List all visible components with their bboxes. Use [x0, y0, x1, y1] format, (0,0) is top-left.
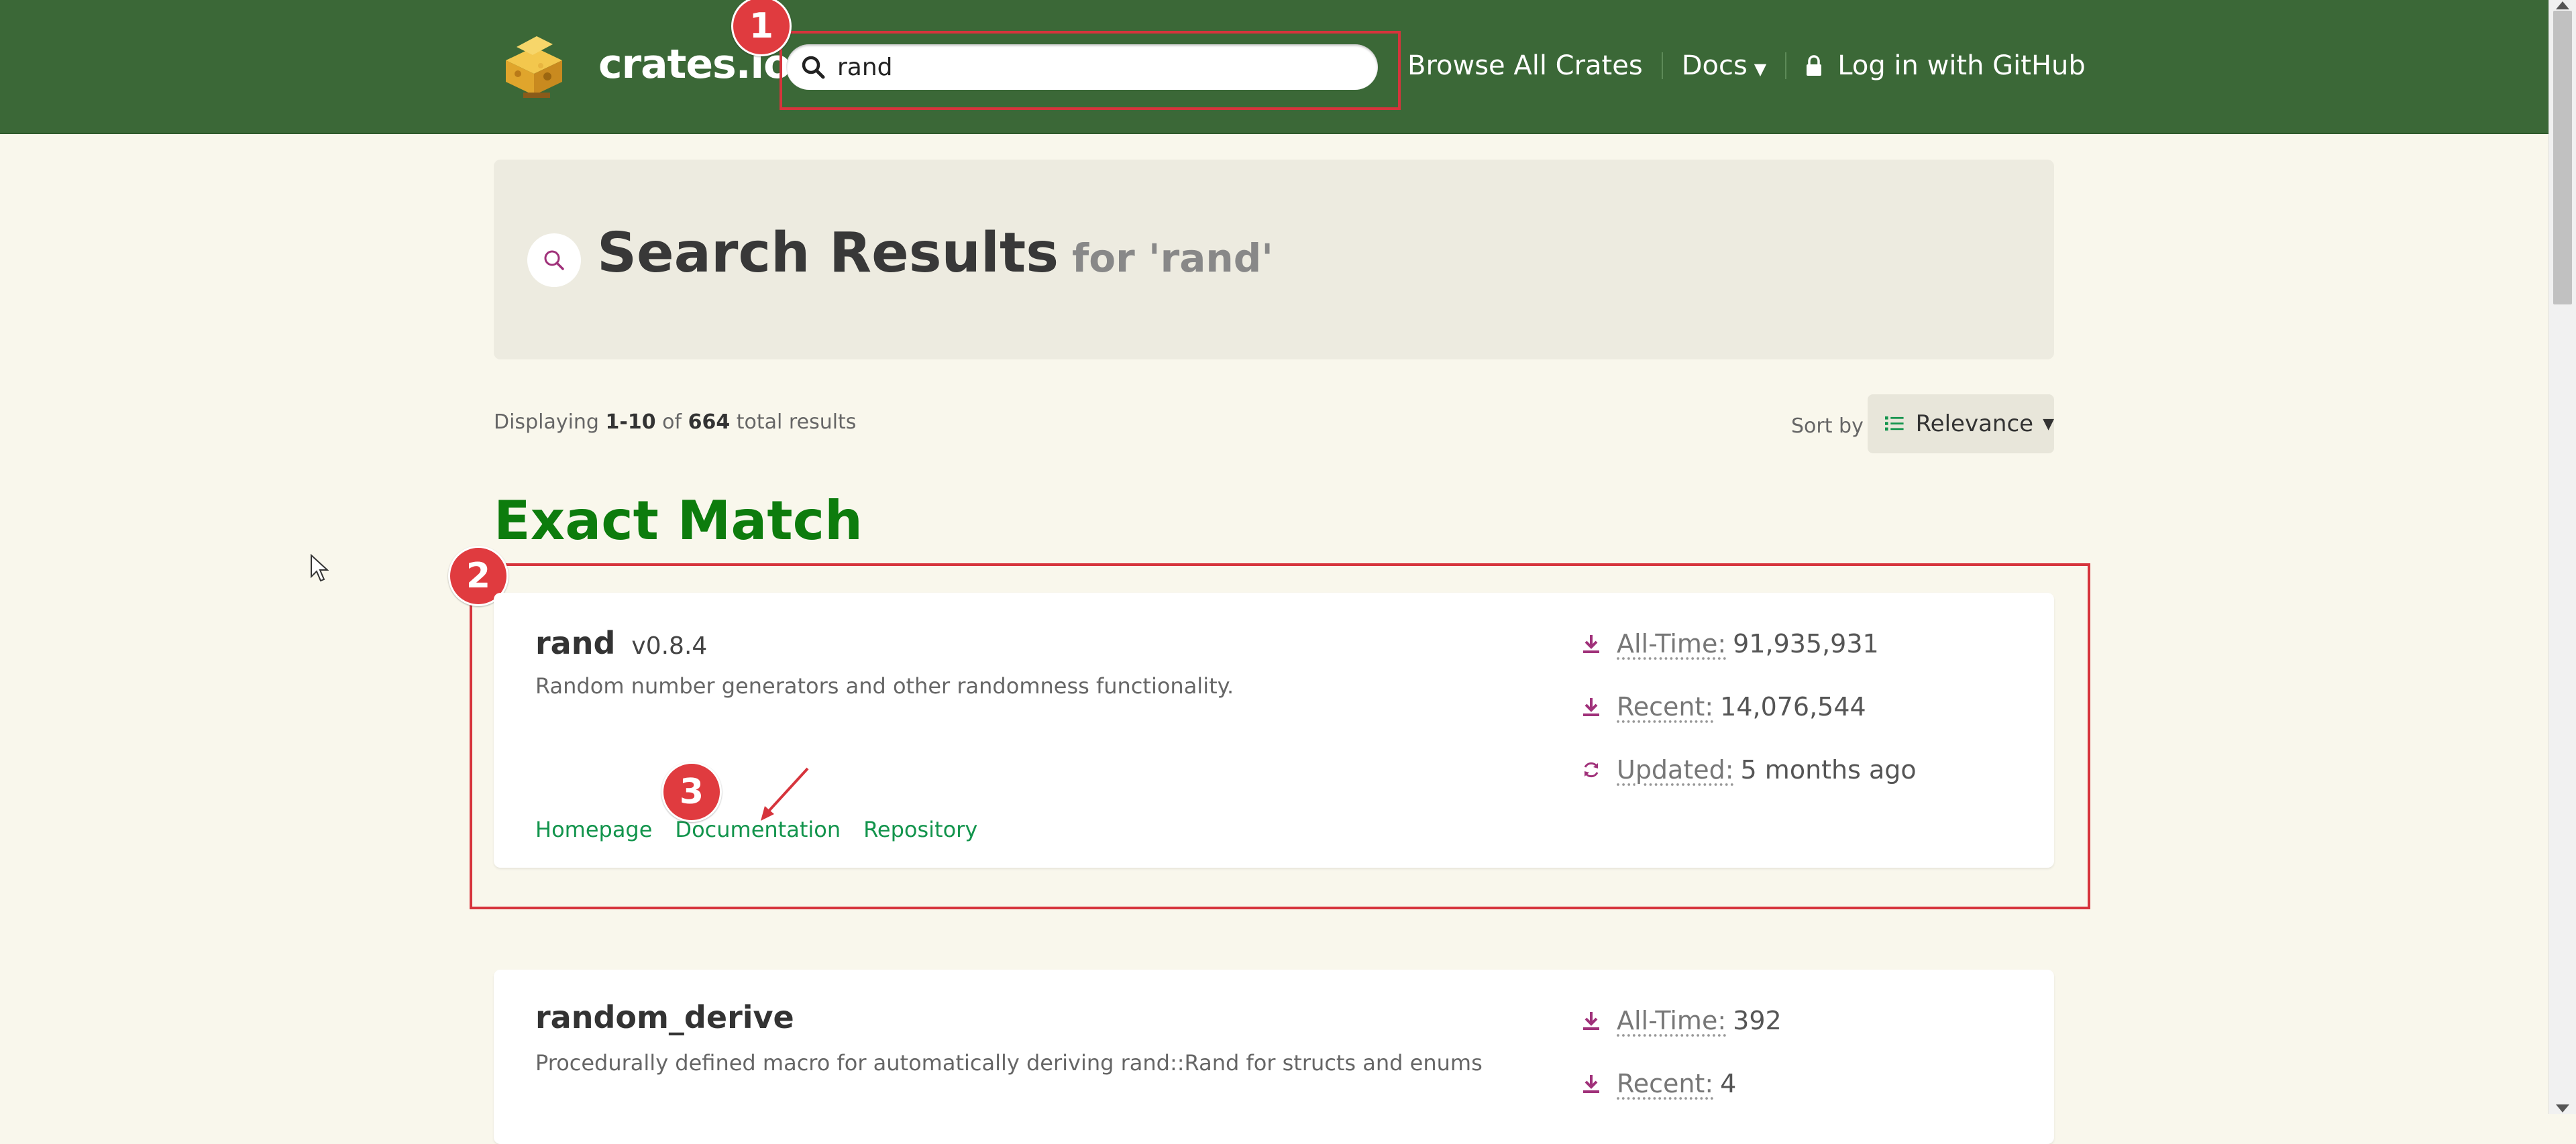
login-label: Log in with GitHub [1837, 50, 2086, 81]
sort-by-label: Sort by [1791, 414, 1864, 438]
crate-stats: All-Time: 392 Recent: 4 [1580, 1000, 1782, 1127]
download-icon [1583, 1075, 1599, 1093]
homepage-link[interactable]: Homepage [535, 817, 652, 842]
download-icon [1583, 635, 1599, 653]
recent-label: Recent: [1617, 1069, 1714, 1098]
page-title: Search Results for 'rand' [597, 221, 1273, 285]
scroll-down-arrow-icon[interactable] [2556, 1104, 2569, 1112]
scrollbar[interactable] [2548, 0, 2576, 1114]
nav-divider [1785, 52, 1787, 79]
docs-label: Docs [1681, 50, 1748, 81]
crate-description: Random number generators and other rando… [535, 673, 1234, 699]
annotation-badge-3: 3 [661, 762, 722, 822]
nav-divider [1661, 52, 1663, 79]
exact-match-heading: Exact Match [494, 490, 863, 552]
results-range: 1-10 [605, 410, 656, 434]
recent-downloads: Recent: 14,076,544 [1580, 687, 1917, 727]
mouse-cursor-icon [311, 554, 329, 582]
crate-name-row: rand v0.8.4 [535, 625, 707, 661]
login-github-link[interactable]: Log in with GitHub [1805, 50, 2086, 81]
results-suffix: total results [736, 410, 857, 434]
recent-value: 4 [1720, 1069, 1737, 1098]
all-time-label: All-Time: [1617, 629, 1727, 659]
all-time-downloads: All-Time: 91,935,931 [1580, 624, 1917, 664]
sort-value: Relevance [1915, 410, 2034, 437]
recent-label: Recent: [1617, 692, 1714, 722]
search-icon [544, 250, 564, 270]
results-prefix: Displaying [494, 410, 599, 434]
banner-search-icon [527, 233, 581, 287]
updated-value: 5 months ago [1740, 755, 1917, 785]
results-count: Displaying 1-10 of 664 total results [494, 410, 856, 434]
crate-card: random_derive Procedurally defined macro… [494, 970, 2054, 1144]
list-icon [1885, 416, 1904, 431]
repository-link[interactable]: Repository [863, 817, 977, 842]
download-icon [1583, 1012, 1599, 1030]
annotation-arrow-icon [761, 767, 809, 821]
results-total: 664 [688, 410, 731, 434]
page-subtitle: for 'rand' [1072, 235, 1273, 281]
updated-time: Updated: 5 months ago [1580, 750, 1917, 790]
scroll-thumb[interactable] [2553, 11, 2572, 304]
caret-down-icon: ▼ [1754, 60, 1767, 78]
all-time-value: 392 [1733, 1006, 1782, 1035]
recent-value: 14,076,544 [1720, 692, 1866, 722]
page-title-text: Search Results [597, 221, 1059, 285]
crate-name-link[interactable]: random_derive [535, 999, 794, 1035]
crate-stats: All-Time: 91,935,931 Recent: 14,076,544 … [1580, 624, 1917, 813]
results-of: of [662, 410, 682, 434]
download-icon [1583, 698, 1599, 716]
recent-downloads: Recent: 4 [1580, 1064, 1782, 1104]
lock-icon [1807, 55, 1822, 76]
browse-all-crates-link[interactable]: Browse All Crates [1407, 50, 1643, 81]
all-time-value: 91,935,931 [1733, 629, 1879, 659]
crate-name-row: random_derive [535, 999, 794, 1035]
crates-logo-icon [506, 36, 562, 98]
scroll-up-arrow-icon[interactable] [2556, 1, 2569, 9]
crate-name-link[interactable]: rand [535, 625, 615, 661]
search-results-banner: Search Results for 'rand' [494, 160, 2054, 359]
refresh-icon [1584, 762, 1599, 778]
crate-card: rand v0.8.4 Random number generators and … [494, 593, 2054, 868]
updated-label: Updated: [1617, 755, 1734, 785]
crate-description: Procedurally defined macro for automatic… [535, 1050, 1483, 1076]
all-time-label: All-Time: [1617, 1006, 1727, 1035]
docs-menu[interactable]: Docs ▼ [1682, 50, 1767, 81]
main-nav: Browse All Crates Docs ▼ Log in with GitH… [1407, 48, 2086, 83]
sort-dropdown[interactable]: Relevance ▼ [1868, 394, 2054, 453]
crate-version: v0.8.4 [631, 632, 708, 660]
annotation-box-1 [780, 31, 1401, 110]
all-time-downloads: All-Time: 392 [1580, 1000, 1782, 1041]
caret-down-icon: ▼ [2043, 415, 2054, 433]
